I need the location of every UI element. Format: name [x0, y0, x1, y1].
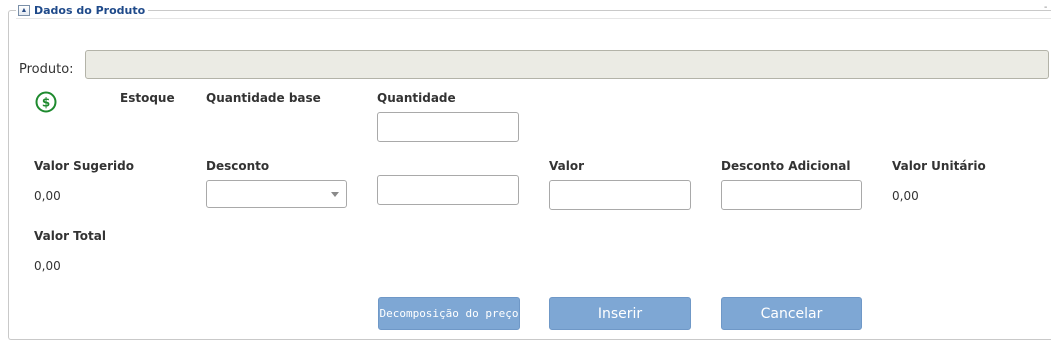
dollar-circle-icon[interactable]: $ — [35, 91, 57, 113]
valor-unitario-value: 0,00 — [892, 189, 919, 203]
collapse-toggle-icon[interactable]: ▲ — [18, 4, 30, 16]
svg-text:$: $ — [42, 96, 50, 110]
valor-sugerido-value: 0,00 — [34, 189, 61, 203]
produto-field[interactable] — [85, 50, 1049, 79]
valor-unitario-label: Valor Unitário — [892, 159, 986, 173]
inserir-button[interactable]: Inserir — [549, 297, 691, 330]
desconto-label: Desconto — [206, 159, 270, 173]
valor-label: Valor — [549, 159, 585, 173]
section-title: Dados do Produto — [34, 3, 146, 17]
quantidade-label: Quantidade — [377, 91, 456, 105]
produto-label: Produto: — [19, 62, 74, 77]
estoque-label: Estoque — [120, 91, 175, 105]
valor-total-value: 0,00 — [34, 259, 61, 273]
product-data-page: ▲ Dados do Produto - Produto: $ Estoque … — [0, 0, 1051, 342]
valor-sugerido-label: Valor Sugerido — [34, 159, 134, 173]
desconto-valor-input[interactable] — [377, 175, 519, 205]
valor-input[interactable] — [549, 180, 691, 210]
quantidade-base-label: Quantidade base — [206, 91, 321, 105]
desconto-adicional-label: Desconto Adicional — [721, 159, 851, 173]
legend-divider — [16, 18, 1051, 19]
decomposicao-preco-button[interactable]: Decomposição do preço — [378, 297, 520, 330]
cancelar-button[interactable]: Cancelar — [721, 297, 862, 330]
desconto-adicional-input[interactable] — [721, 180, 862, 210]
section-edge-mark: - — [1044, 2, 1048, 13]
section-legend: ▲ Dados do Produto — [16, 2, 149, 18]
desconto-select[interactable] — [206, 180, 347, 208]
valor-total-label: Valor Total — [34, 229, 106, 243]
chevron-down-icon — [331, 192, 339, 197]
quantidade-input[interactable] — [377, 112, 519, 142]
